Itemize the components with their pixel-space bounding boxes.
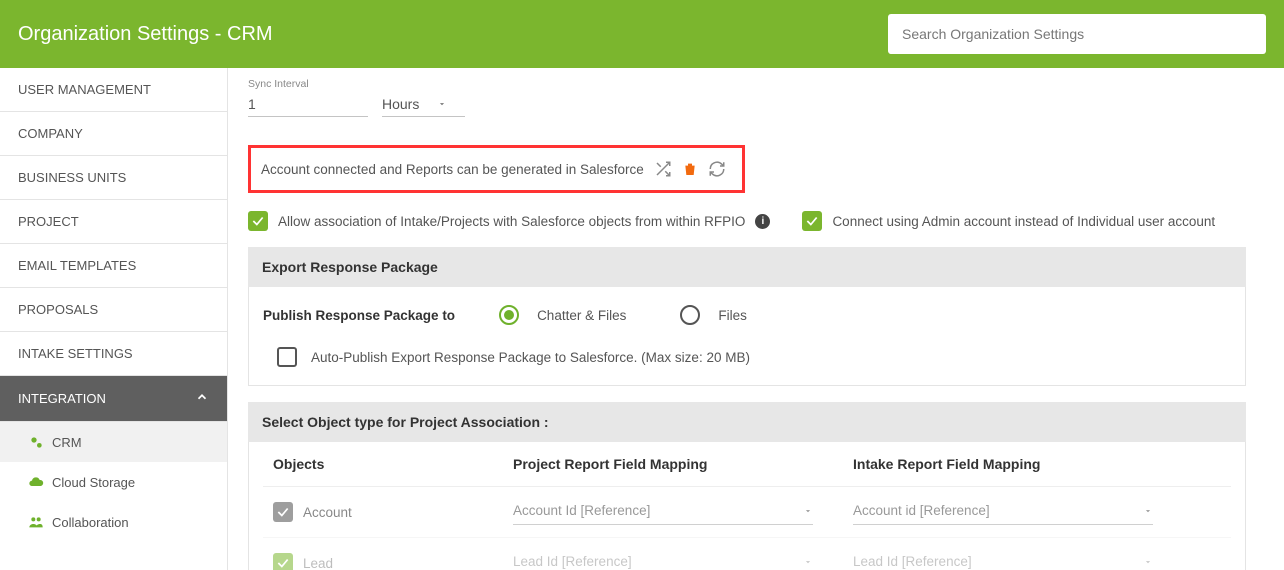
chevron-up-icon (195, 390, 209, 407)
sidebar-item-company[interactable]: COMPANY (0, 112, 227, 156)
info-icon[interactable]: i (755, 214, 770, 229)
sidebar-sub-collaboration[interactable]: Collaboration (0, 502, 227, 542)
checkbox-object-account[interactable] (273, 502, 293, 522)
sub-label: Cloud Storage (52, 475, 135, 490)
checkbox-auto-publish[interactable] (277, 347, 297, 367)
th-intake-mapping: Intake Report Field Mapping (853, 456, 1221, 472)
caret-down-icon (803, 506, 813, 516)
sub-label: CRM (52, 435, 82, 450)
sidebar-item-integration[interactable]: INTEGRATION (0, 376, 227, 422)
radio-chatter-label: Chatter & Files (537, 308, 626, 323)
caret-down-icon (803, 557, 813, 567)
intake-field-dropdown[interactable]: Account id [Reference] (853, 499, 1153, 525)
radio-files-label: Files (718, 308, 747, 323)
gears-icon (28, 434, 44, 450)
radio-files[interactable] (680, 305, 700, 325)
allow-association-label: Allow association of Intake/Projects wit… (278, 214, 745, 229)
check-icon (251, 214, 265, 228)
export-section-header: Export Response Package (248, 247, 1246, 287)
cloud-icon (28, 474, 44, 490)
connect-admin-label: Connect using Admin account instead of I… (832, 214, 1215, 229)
sync-interval-label: Sync Interval (248, 78, 1246, 90)
check-icon (805, 214, 819, 228)
association-section-body: Objects Project Report Field Mapping Int… (248, 442, 1246, 570)
dropdown-value: Account id [Reference] (853, 503, 990, 518)
header-bar: Organization Settings - CRM (0, 0, 1284, 68)
checkbox-object-lead[interactable] (273, 553, 293, 570)
project-field-dropdown[interactable]: Lead Id [Reference] (513, 550, 813, 570)
sidebar-item-label: INTEGRATION (18, 391, 106, 406)
sync-interval-input[interactable] (248, 90, 368, 117)
caret-down-icon (1143, 506, 1153, 516)
sidebar-item-intake-settings[interactable]: INTAKE SETTINGS (0, 332, 227, 376)
sidebar-sub-crm[interactable]: CRM (0, 422, 227, 462)
sidebar-item-proposals[interactable]: PROPOSALS (0, 288, 227, 332)
dropdown-value: Lead Id [Reference] (853, 554, 972, 569)
sidebar-item-user-management[interactable]: USER MANAGEMENT (0, 68, 227, 112)
check-icon (276, 556, 290, 570)
sidebar: USER MANAGEMENT COMPANY BUSINESS UNITS P… (0, 68, 228, 570)
table-row: Account Account Id [Reference] Account i… (263, 486, 1231, 537)
search-input[interactable] (888, 14, 1266, 54)
radio-chatter-files[interactable] (499, 305, 519, 325)
sidebar-sub-cloud-storage[interactable]: Cloud Storage (0, 462, 227, 502)
sidebar-item-project[interactable]: PROJECT (0, 200, 227, 244)
th-project-mapping: Project Report Field Mapping (513, 456, 853, 472)
dropdown-value: Lead Id [Reference] (513, 554, 632, 569)
publish-label: Publish Response Package to (263, 308, 455, 323)
association-section-header: Select Object type for Project Associati… (248, 402, 1246, 442)
sidebar-item-business-units[interactable]: BUSINESS UNITS (0, 156, 227, 200)
checkbox-connect-admin[interactable] (802, 211, 822, 231)
project-field-dropdown[interactable]: Account Id [Reference] (513, 499, 813, 525)
sidebar-subitems: CRM Cloud Storage Collaboration (0, 422, 227, 542)
refresh-icon[interactable] (708, 160, 726, 178)
table-row: Lead Lead Id [Reference] Lead Id [Refere… (263, 537, 1231, 570)
trash-icon[interactable] (682, 161, 698, 177)
intake-field-dropdown[interactable]: Lead Id [Reference] (853, 550, 1153, 570)
dropdown-value: Account Id [Reference] (513, 503, 650, 518)
check-icon (276, 505, 290, 519)
caret-down-icon (1143, 557, 1153, 567)
object-name: Lead (303, 556, 333, 570)
auto-publish-label: Auto-Publish Export Response Package to … (311, 350, 750, 365)
association-table: Objects Project Report Field Mapping Int… (263, 442, 1231, 570)
caret-down-icon (437, 99, 447, 109)
sync-unit-value: Hours (382, 96, 419, 112)
object-name: Account (303, 505, 352, 520)
export-section-body: Publish Response Package to Chatter & Fi… (248, 287, 1246, 386)
page-title: Organization Settings - CRM (18, 23, 273, 46)
sidebar-item-email-templates[interactable]: EMAIL TEMPLATES (0, 244, 227, 288)
shuffle-icon[interactable] (654, 160, 672, 178)
checkbox-allow-association[interactable] (248, 211, 268, 231)
main-content: Sync Interval Hours Account connected an… (228, 68, 1284, 570)
sub-label: Collaboration (52, 515, 129, 530)
status-text: Account connected and Reports can be gen… (261, 162, 644, 177)
connection-status-box: Account connected and Reports can be gen… (248, 145, 745, 193)
sync-unit-select[interactable]: Hours (382, 90, 465, 117)
th-objects: Objects (273, 456, 513, 472)
users-icon (28, 514, 44, 530)
